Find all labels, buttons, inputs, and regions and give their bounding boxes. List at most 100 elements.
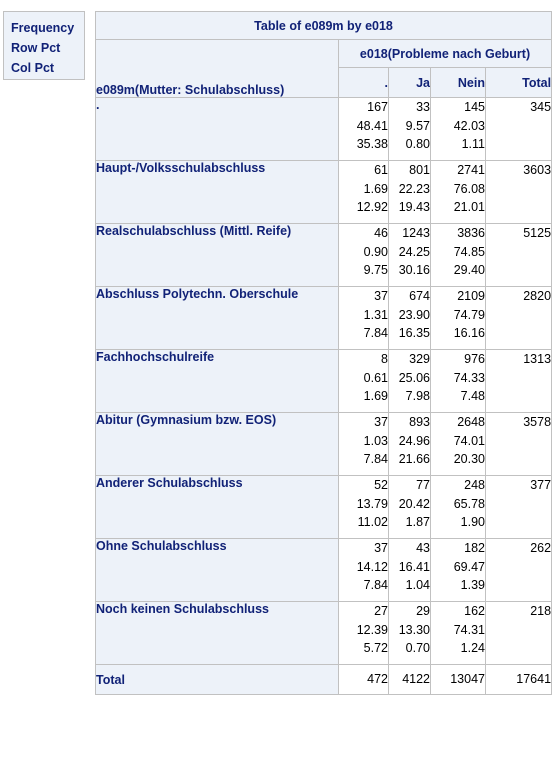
table-cell: 27 12.39 5.72 (338, 601, 389, 665)
col-pct-value: 7.48 (460, 389, 485, 403)
row-pct-value: 23.90 (398, 307, 430, 322)
col-pct-value: 1.04 (405, 578, 430, 592)
row-variable-header: e089m(Mutter: Schulabschluss) (95, 39, 339, 98)
total-cell: 472 (338, 664, 389, 695)
table-cell: 77 20.42 1.87 (388, 475, 431, 539)
col-pct-value: 1.24 (460, 641, 485, 655)
row-pct-value: 22.23 (398, 181, 430, 196)
table-cell: 801 22.23 19.43 (388, 160, 431, 224)
frequency-value: 1313 (523, 352, 552, 366)
legend-col-pct: Col Pct (11, 61, 55, 75)
table-cell: 33 9.57 0.80 (388, 97, 431, 161)
row-pct-value: 24.96 (398, 433, 430, 448)
row-pct-value: 0.61 (363, 370, 388, 385)
frequency-value: 37 (374, 289, 388, 303)
row-pct-value: 1.31 (363, 307, 388, 322)
table-cell: 29 13.30 0.70 (388, 601, 431, 665)
row-pct-value: 0.90 (363, 244, 388, 259)
row-pct-value: 74.31 (453, 622, 485, 637)
table-row: Noch keinen Schulabschluss 27 12.39 5.72 29 1… (95, 601, 553, 665)
table-cell: 3836 74.85 29.40 (430, 223, 486, 287)
table-cell: 893 24.96 21.66 (388, 412, 431, 476)
column-header-nein: Nein (430, 67, 486, 98)
col-pct-value: 7.84 (363, 326, 388, 340)
table-cell: 248 65.78 1.90 (430, 475, 486, 539)
table-cell: 2820 (484, 286, 553, 350)
table-cell: 8 0.61 1.69 (338, 349, 389, 413)
table-row: . 167 48.41 35.38 33 9.57 0.80 145 42.03 1.11 345 (95, 97, 553, 161)
row-pct-value: 42.03 (453, 118, 485, 133)
column-header-missing: . (338, 67, 389, 98)
table-cell: 37 1.31 7.84 (338, 286, 389, 350)
frequency-value: 77 (416, 478, 430, 492)
frequency-value: 218 (530, 604, 552, 618)
row-pct-value: 65.78 (453, 496, 485, 511)
frequency-value: 46 (374, 226, 388, 240)
row-pct-value: 14.12 (356, 559, 388, 574)
frequency-value: 29 (416, 604, 430, 618)
column-header-total: Total (484, 67, 553, 98)
col-pct-value: 16.16 (453, 326, 485, 340)
table-row: Fachhochschulreife 8 0.61 1.69 329 25.06 7.98 9… (95, 349, 553, 413)
frequency-value: 3603 (523, 163, 552, 177)
crosstab-table: Table of e089m by e018 e089m(Mutter: Sch… (94, 11, 553, 695)
col-pct-value: 1.87 (405, 515, 430, 529)
frequency-value: 976 (464, 352, 485, 366)
row-pct-value: 69.47 (453, 559, 485, 574)
frequency-value: 2820 (523, 289, 552, 303)
statistics-legend: Frequency Row Pct Col Pct (3, 11, 85, 80)
row-pct-value: 9.57 (405, 118, 430, 133)
table-cell: 43 16.41 1.04 (388, 538, 431, 602)
table-cell: 37 14.12 7.84 (338, 538, 389, 602)
col-pct-value: 30.16 (398, 263, 430, 277)
table-cell: 145 42.03 1.11 (430, 97, 486, 161)
frequency-value: 167 (367, 100, 388, 114)
col-pct-value: 1.69 (363, 389, 388, 403)
table-cell: 976 74.33 7.48 (430, 349, 486, 413)
row-pct-value: 20.42 (398, 496, 430, 511)
table-title: Table of e089m by e018 (94, 11, 553, 40)
row-label: Ohne Schulabschluss (95, 538, 339, 602)
frequency-value: 1243 (402, 226, 430, 240)
frequency-value: 52 (374, 478, 388, 492)
frequency-value: 893 (409, 415, 430, 429)
frequency-value: 37 (374, 541, 388, 555)
table-row: Realschulabschluss (Mittl. Reife) 46 0.90 9… (95, 223, 553, 287)
row-label: Abschluss Polytechn. Oberschule (95, 286, 339, 350)
frequency-value: 262 (530, 541, 552, 555)
frequency-value: 674 (409, 289, 430, 303)
table-cell: 182 69.47 1.39 (430, 538, 486, 602)
total-row: Total 472 4122 13047 17641 (95, 664, 553, 695)
frequency-value: 3836 (457, 226, 485, 240)
table-row: Abitur (Gymnasium bzw. EOS) 37 1.03 7.84 893… (95, 412, 553, 476)
row-pct-value: 48.41 (356, 118, 388, 133)
table-cell: 218 (484, 601, 553, 665)
table-cell: 46 0.90 9.75 (338, 223, 389, 287)
table-cell: 345 (484, 97, 553, 161)
row-label: Noch keinen Schulabschluss (95, 601, 339, 665)
column-variable-header: e018(Probleme nach Geburt) (337, 39, 553, 68)
total-row-label: Total (95, 664, 339, 695)
col-pct-value: 11.02 (357, 515, 388, 529)
table-row: Ohne Schulabschluss 37 14.12 7.84 43 16.41 1.0… (95, 538, 553, 602)
frequency-value: 61 (374, 163, 388, 177)
row-pct-value: 1.69 (363, 181, 388, 196)
table-cell: 1313 (484, 349, 553, 413)
frequency-value: 33 (416, 100, 430, 114)
row-pct-value: 13.79 (356, 496, 388, 511)
row-label: Fachhochschulreife (95, 349, 339, 413)
frequency-value: 3578 (523, 415, 552, 429)
table-cell: 2741 76.08 21.01 (430, 160, 486, 224)
col-pct-value: 1.90 (460, 515, 485, 529)
col-pct-value: 12.92 (356, 200, 388, 214)
table-cell: 262 (484, 538, 553, 602)
col-pct-value: 21.01 (453, 200, 485, 214)
col-pct-value: 9.75 (363, 263, 388, 277)
total-cell: 17641 (484, 664, 553, 695)
frequency-value: 182 (464, 541, 485, 555)
legend-row-pct: Row Pct (11, 41, 61, 55)
col-pct-value: 7.84 (363, 452, 388, 466)
col-pct-value: 35.38 (356, 137, 388, 151)
table-cell: 162 74.31 1.24 (430, 601, 486, 665)
col-pct-value: 0.80 (405, 137, 430, 151)
